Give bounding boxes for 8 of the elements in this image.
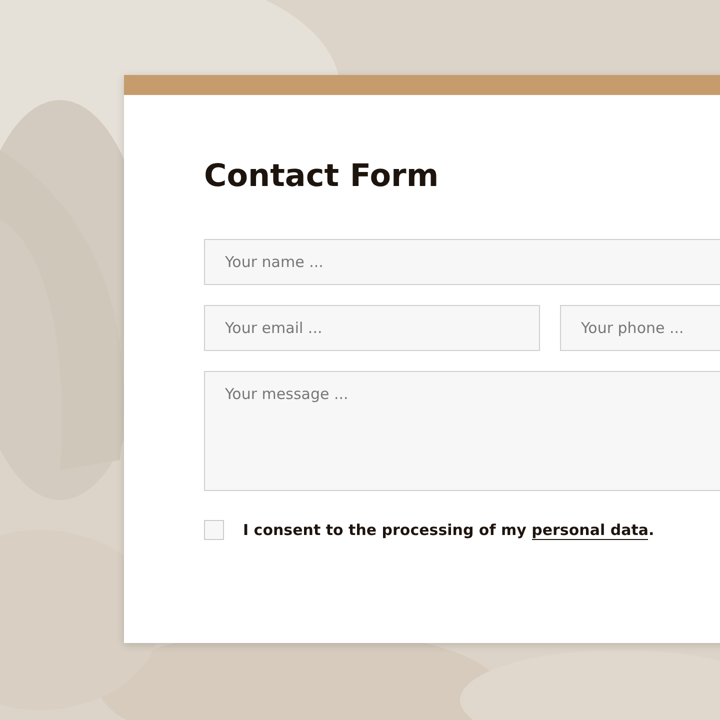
input-field[interactable]: Your email ... [204,305,540,351]
personal-data-link[interactable]: personal data [532,521,648,540]
consent-text: I consent to the processing of my personal data. [243,521,654,539]
message-field[interactable]: Your message ... [204,371,720,491]
form-title: Contact Form [204,157,440,196]
consent-checkbox[interactable] [204,520,224,540]
input-field[interactable]: Your name ... [204,239,720,285]
input-field[interactable]: Your phone ... [560,305,720,351]
